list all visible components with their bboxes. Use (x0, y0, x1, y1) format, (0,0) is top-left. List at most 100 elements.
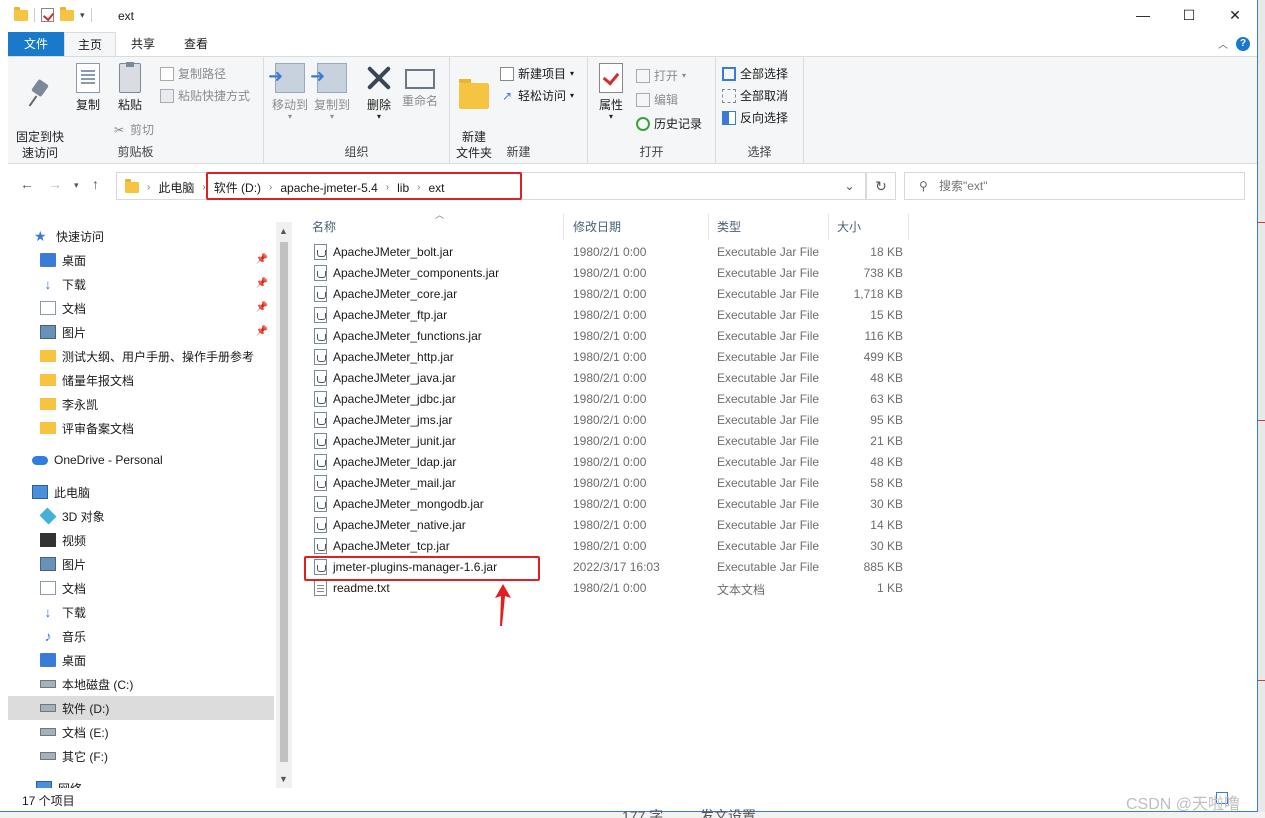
select-none-button[interactable]: 全部取消 (722, 87, 788, 104)
file-row[interactable]: ApacheJMeter_core.jar 1980/2/1 0:00 Execut… (304, 284, 914, 305)
column-header-date[interactable]: 修改日期 (565, 214, 709, 240)
close-button[interactable]: ✕ (1212, 0, 1257, 30)
delete-button[interactable]: 删除 ▾ (364, 63, 394, 121)
invert-selection-button[interactable]: 反向选择 (722, 109, 788, 126)
sidebar-item-pc[interactable]: 本地磁盘 (C:) (8, 672, 274, 696)
maximize-button[interactable]: ☐ (1166, 0, 1212, 30)
sidebar-item-pc[interactable]: 文档 (8, 576, 274, 600)
sidebar-item-pc[interactable]: 软件 (D:) (8, 696, 274, 720)
tab-view[interactable]: 查看 (170, 32, 222, 56)
breadcrumb-jmeter[interactable]: apache-jmeter-5.4 (280, 181, 377, 195)
file-row[interactable]: ApacheJMeter_tcp.jar 1980/2/1 0:00 Executa… (304, 536, 914, 557)
scroll-down-icon[interactable]: ▼ (279, 774, 288, 784)
history-button[interactable]: 历史记录 (636, 115, 702, 132)
easy-access-button[interactable]: ↗ 轻松访问 ▾ (500, 87, 574, 104)
refresh-button[interactable]: ↻ (866, 172, 896, 200)
sidebar-item-pc[interactable]: 3D 对象 (8, 504, 274, 528)
column-header-name[interactable]: 名称 (304, 214, 564, 240)
help-icon[interactable]: ? (1236, 36, 1250, 51)
rename-button[interactable]: 重命名 (400, 63, 440, 109)
sidebar-item-onedrive[interactable]: OneDrive - Personal (8, 448, 274, 472)
file-row[interactable]: ApacheJMeter_jms.jar 1980/2/1 0:00 Executa… (304, 410, 914, 431)
file-row[interactable]: ApacheJMeter_java.jar 1980/2/1 0:00 Execut… (304, 368, 914, 389)
file-row[interactable]: ApacheJMeter_jdbc.jar 1980/2/1 0:00 Execut… (304, 389, 914, 410)
navigation-pane-scrollbar[interactable]: ▲ ▼ (276, 222, 292, 788)
file-row[interactable]: ApacheJMeter_functions.jar 1980/2/1 0:00 E… (304, 326, 914, 347)
sidebar-item-quick[interactable]: 桌面 📌 (8, 248, 274, 272)
move-to-button[interactable]: 移动到 ▾ (268, 63, 310, 121)
paste-button[interactable]: 粘贴 (112, 62, 148, 113)
sidebar-item-quick-access[interactable]: ★ 快速访问 (8, 224, 274, 248)
cut-button[interactable]: ✂ 剪切 (112, 121, 154, 138)
address-dropdown-button[interactable]: ⌄ (834, 172, 866, 200)
breadcrumb-drive-d[interactable]: 软件 (D:) (214, 179, 261, 196)
up-button[interactable]: ↑ (92, 176, 99, 192)
scroll-up-icon[interactable]: ▲ (279, 226, 288, 236)
collapse-ribbon-icon[interactable]: ︿ (1218, 36, 1228, 51)
sidebar-item-quick[interactable]: 测试大纲、用户手册、操作手册参考 (8, 344, 274, 368)
sidebar-item-this-pc[interactable]: 此电脑 (8, 480, 274, 504)
breadcrumb-lib[interactable]: lib (397, 181, 409, 195)
sidebar-item-quick[interactable]: 储量年报文档 (8, 368, 274, 392)
forward-button[interactable]: → (48, 176, 62, 192)
file-row[interactable]: jmeter-plugins-manager-1.6.jar 2022/3/17 … (304, 557, 914, 578)
file-size: 1 KB (876, 581, 903, 595)
column-header-size[interactable]: 大小 (829, 214, 909, 240)
sidebar-item-network[interactable]: 网络 (8, 776, 274, 788)
properties-qat-icon[interactable] (41, 8, 54, 22)
pin-icon[interactable]: 📌 (256, 278, 268, 289)
sidebar-item-pc[interactable]: 桌面 (8, 648, 274, 672)
file-row[interactable]: readme.txt 1980/2/1 0:00 文本文档 1 KB (304, 578, 914, 599)
file-row[interactable]: ApacheJMeter_bolt.jar 1980/2/1 0:00 Execut… (304, 242, 914, 263)
sidebar-item-quick[interactable]: ↓ 下载 📌 (8, 272, 274, 296)
paste-shortcut-button[interactable]: 粘贴快捷方式 (160, 87, 250, 104)
tab-file[interactable]: 文件 (8, 32, 64, 56)
sidebar-item-pc[interactable]: 文档 (E:) (8, 720, 274, 744)
sidebar-item-quick[interactable]: 图片 📌 (8, 320, 274, 344)
properties-button[interactable]: 属性 ▾ (596, 63, 626, 121)
sidebar-item-quick[interactable]: 李永凯 (8, 392, 274, 416)
pin-icon[interactable]: 📌 (256, 254, 268, 265)
copy-to-button[interactable]: 复制到 ▾ (310, 63, 352, 121)
copy-button[interactable]: 复制 (70, 63, 106, 113)
tab-home[interactable]: 主页 (64, 32, 116, 56)
recent-locations-button[interactable]: ▾ (74, 180, 79, 191)
sidebar-item-pc[interactable]: 视频 (8, 528, 274, 552)
customize-qat-icon[interactable]: ▾ (80, 10, 85, 21)
tab-share[interactable]: 共享 (118, 32, 168, 56)
breadcrumb-this-pc[interactable]: 此电脑 (158, 179, 194, 196)
open-button[interactable]: 打开 ▾ (636, 67, 686, 84)
file-row[interactable]: ApacheJMeter_http.jar 1980/2/1 0:00 Execut… (304, 347, 914, 368)
minimize-button[interactable]: — (1120, 0, 1166, 30)
file-row[interactable]: ApacheJMeter_ftp.jar 1980/2/1 0:00 Executa… (304, 305, 914, 326)
scrollbar-thumb[interactable] (280, 242, 288, 762)
pin-icon[interactable]: 📌 (256, 302, 268, 313)
file-row[interactable]: ApacheJMeter_native.jar 1980/2/1 0:00 Exec… (304, 515, 914, 536)
file-row[interactable]: ApacheJMeter_mail.jar 1980/2/1 0:00 Execut… (304, 473, 914, 494)
new-folder-qat-icon[interactable] (60, 6, 74, 21)
copy-path-button[interactable]: 复制路径 (160, 65, 226, 82)
select-none-icon (722, 88, 736, 103)
sidebar-item-quick[interactable]: 评审备案文档 (8, 416, 274, 440)
search-box[interactable]: ⚲ (904, 172, 1245, 200)
select-all-button[interactable]: 全部选择 (722, 65, 788, 82)
jar-file-icon (314, 265, 327, 281)
sidebar-item-pc[interactable]: 其它 (F:) (8, 744, 274, 768)
file-row[interactable]: ApacheJMeter_junit.jar 1980/2/1 0:00 Execu… (304, 431, 914, 452)
sidebar-item-quick[interactable]: 文档 📌 (8, 296, 274, 320)
breadcrumb-ext[interactable]: ext (428, 181, 444, 195)
sidebar-item-pc[interactable]: ♪ 音乐 (8, 624, 274, 648)
column-header-type[interactable]: 类型 (709, 214, 829, 240)
search-input[interactable] (939, 177, 1229, 195)
new-item-button[interactable]: 新建项目 ▾ (500, 65, 574, 82)
edit-button[interactable]: 编辑 (636, 91, 678, 108)
sidebar-item-pc[interactable]: 图片 (8, 552, 274, 576)
file-row[interactable]: ApacheJMeter_mongodb.jar 1980/2/1 0:00 Exe… (304, 494, 914, 515)
back-button[interactable]: ← (20, 176, 34, 192)
file-row[interactable]: ApacheJMeter_ldap.jar 1980/2/1 0:00 Execut… (304, 452, 914, 473)
sidebar-item-pc[interactable]: ↓ 下载 (8, 600, 274, 624)
pin-icon[interactable]: 📌 (256, 326, 268, 337)
address-bar[interactable]: › 此电脑 › 软件 (D:) › apache-jmeter-5.4 › li… (116, 172, 866, 200)
file-date: 1980/2/1 0:00 (573, 581, 647, 595)
file-row[interactable]: ApacheJMeter_components.jar 1980/2/1 0:00… (304, 263, 914, 284)
